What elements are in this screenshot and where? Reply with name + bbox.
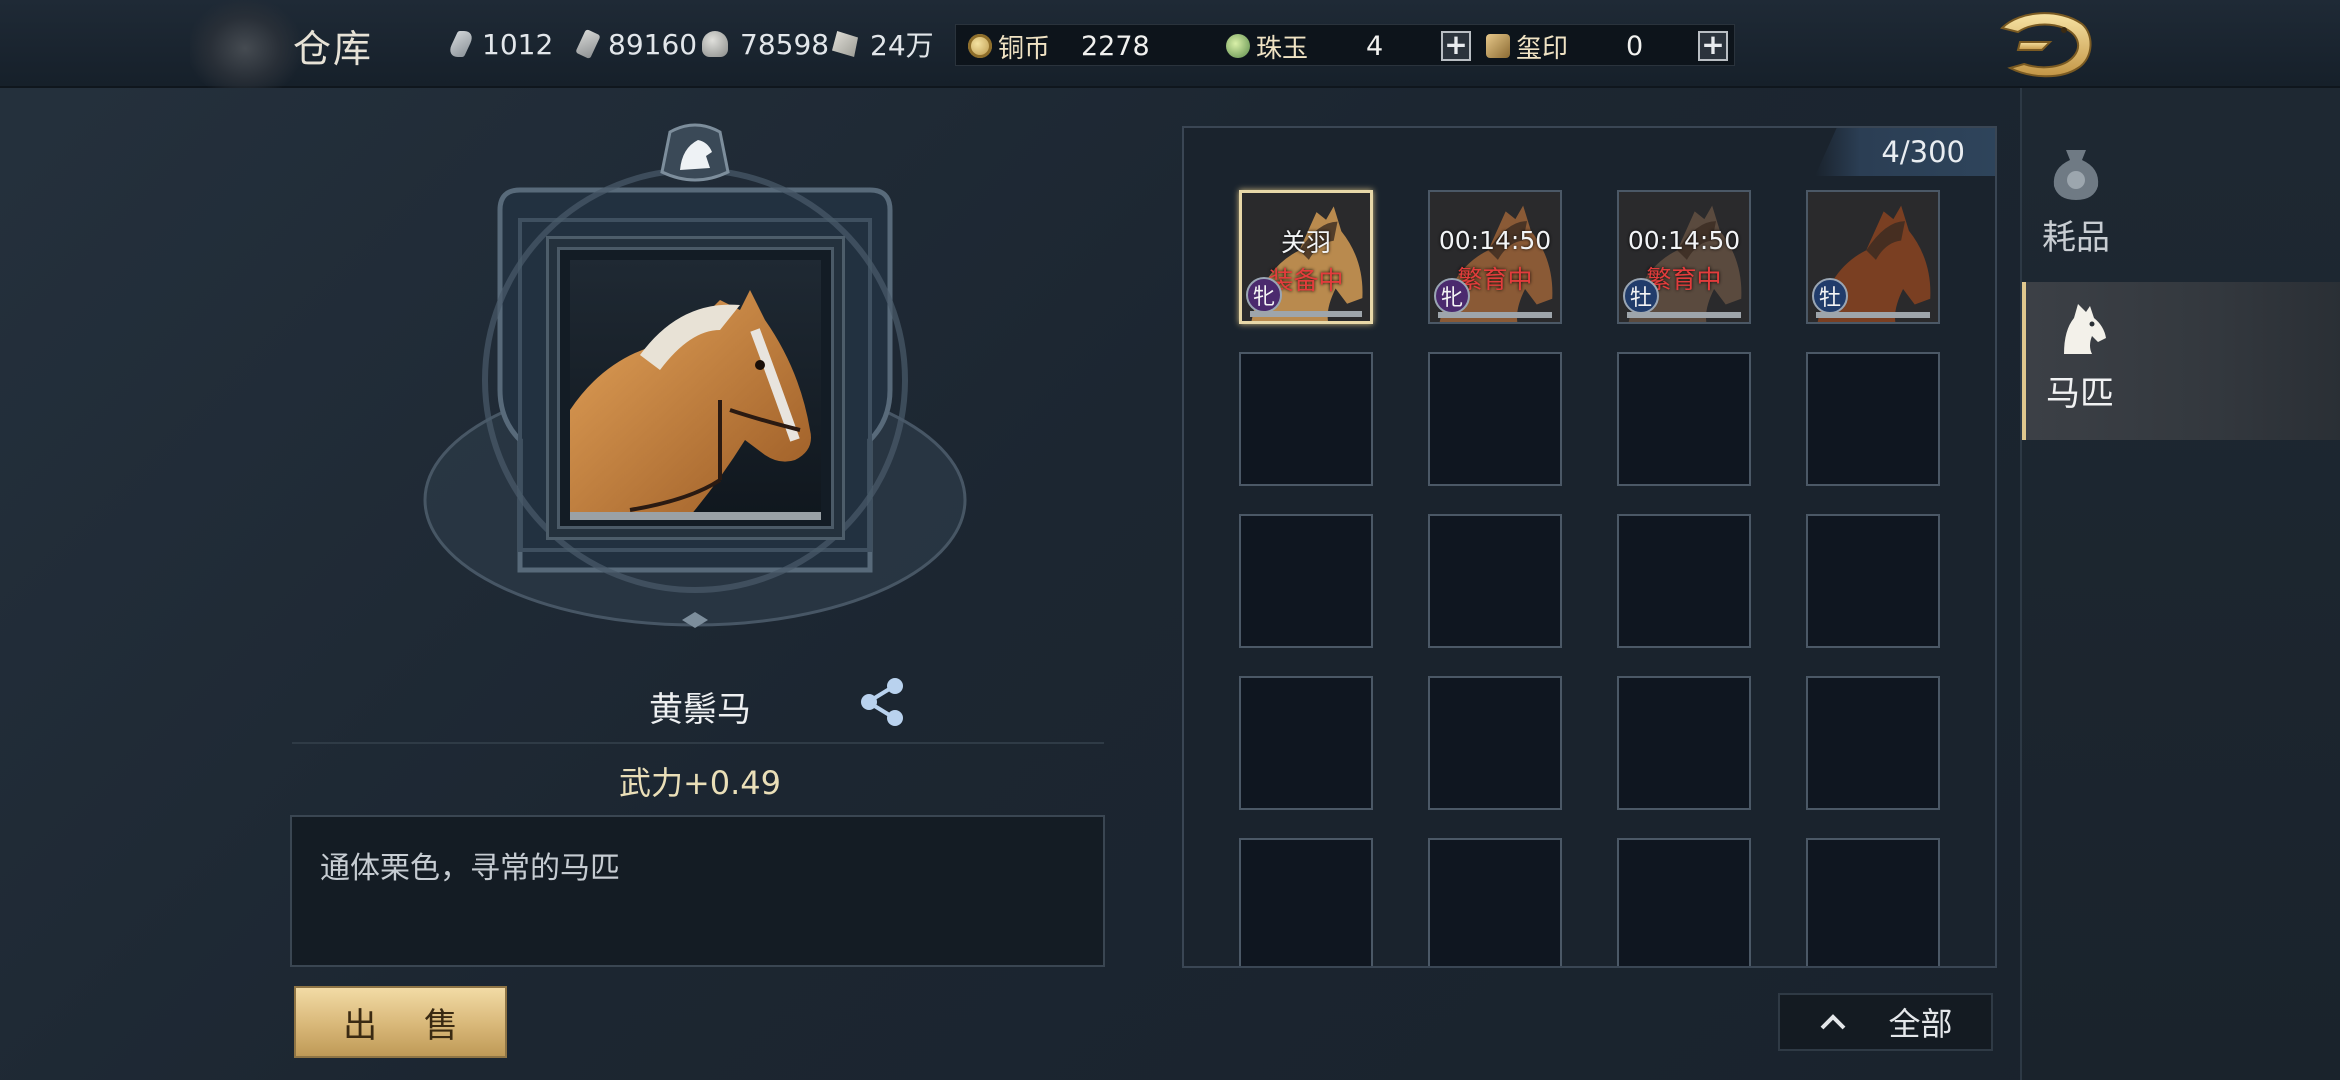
add-seal-button[interactable]: + (1698, 31, 1728, 61)
item-description: 通体栗色，寻常的马匹 (320, 851, 620, 886)
empty-inventory-slot[interactable] (1428, 676, 1562, 810)
resource-value: 24万 (870, 29, 934, 62)
currency-seal-value: 0 (1626, 30, 1644, 62)
feather-icon (445, 31, 477, 57)
filter-button[interactable]: 全部 (1778, 993, 1993, 1051)
inventory-slot[interactable]: 00:14:50 繁育中牝 (1428, 190, 1562, 324)
page-title: 仓库 (293, 27, 374, 71)
empty-inventory-slot[interactable] (1428, 514, 1562, 648)
top-bar: 仓库 1012 89160 78598 24万 铜币 2278 珠玉 4 + 玺… (0, 0, 2340, 88)
empty-inventory-slot[interactable] (1239, 514, 1373, 648)
divider (292, 742, 1104, 744)
tab-consumables[interactable]: 耗品 (2022, 126, 2340, 284)
stone-icon (702, 31, 728, 57)
resource-stone: 78598 (702, 26, 829, 62)
horse-portrait-illustration (570, 290, 811, 516)
currency-label: 铜币 (998, 33, 1051, 64)
empty-inventory-slot[interactable] (1806, 352, 1940, 486)
dragon-back-icon[interactable] (1990, 6, 2100, 82)
gender-badge: 牝 (1434, 278, 1470, 314)
resource-value: 89160 (608, 27, 698, 61)
tab-label: 马匹 (2046, 374, 2114, 414)
resource-feather: 1012 (445, 26, 554, 62)
sell-button[interactable]: 出 售 (294, 986, 507, 1058)
equipped-hero-label: 关羽 (1280, 228, 1331, 257)
capacity-counter: 4/300 (1815, 128, 1995, 176)
wood-icon (575, 28, 601, 60)
filter-label: 全部 (1888, 1005, 1953, 1043)
currency-seal: 玺印 (1486, 25, 1568, 67)
empty-inventory-slot[interactable] (1239, 352, 1373, 486)
tab-label: 耗品 (2042, 218, 2110, 258)
inventory-slot[interactable]: 关羽 装备中牝 (1239, 190, 1373, 324)
empty-inventory-slot[interactable] (1239, 676, 1373, 810)
description-box: 通体栗色，寻常的马匹 (290, 815, 1105, 967)
empty-inventory-slot[interactable] (1617, 352, 1751, 486)
gender-badge: 牡 (1623, 278, 1659, 314)
empty-inventory-slot[interactable] (1806, 838, 1940, 966)
preview-bar (570, 512, 821, 520)
add-jade-button[interactable]: + (1441, 31, 1471, 61)
empty-inventory-slot[interactable] (1428, 838, 1562, 966)
resource-wood: 89160 (575, 26, 698, 62)
chevron-up-icon (1821, 1014, 1846, 1030)
inventory-grid: 4/300 关羽 装备中牝 00:14:50 繁育中牝 00:14:50 繁育中牡牡 (1182, 126, 1997, 968)
share-icon[interactable] (857, 676, 909, 728)
seal-icon (1486, 34, 1510, 58)
warehouse-screen: 仓库 1012 89160 78598 24万 铜币 2278 珠玉 4 + 玺… (0, 0, 2340, 1080)
currency-copper-value: 2278 (1081, 30, 1150, 62)
horse-preview-frame (557, 247, 834, 529)
empty-inventory-slot[interactable] (1806, 676, 1940, 810)
jade-icon (1226, 34, 1250, 58)
horse-portrait (570, 260, 821, 516)
inventory-slot[interactable]: 牡 (1806, 190, 1940, 324)
ore-icon (832, 31, 858, 57)
currency-bar: 铜币 2278 珠玉 4 + 玺印 0 + (955, 24, 1735, 66)
empty-inventory-slot[interactable] (1239, 838, 1373, 966)
currency-label: 玺印 (1516, 33, 1569, 64)
pouch-icon (2053, 150, 2099, 200)
breeding-timer: 00:14:50 (1627, 226, 1741, 255)
slot-bar (1816, 312, 1930, 318)
slot-bar (1438, 312, 1552, 318)
currency-jade-value: 4 (1366, 30, 1384, 62)
empty-inventory-slot[interactable] (1806, 514, 1940, 648)
breeding-timer: 00:14:50 (1438, 226, 1552, 255)
item-stat: 武力+0.49 (618, 764, 782, 802)
resource-value: 1012 (482, 27, 554, 61)
copper-coin-icon (968, 34, 992, 58)
currency-copper: 铜币 (968, 25, 1050, 67)
gender-badge: 牝 (1246, 277, 1282, 313)
dragon-ornament-icon (190, 0, 300, 88)
slot-bar (1250, 311, 1362, 317)
horse-head-icon (2064, 304, 2106, 354)
empty-inventory-slot[interactable] (1617, 676, 1751, 810)
item-name: 黄鬃马 (649, 690, 751, 730)
resource-value: 78598 (740, 27, 830, 61)
empty-inventory-slot[interactable] (1617, 514, 1751, 648)
slot-bar (1627, 312, 1741, 318)
gender-badge: 牡 (1812, 278, 1848, 314)
empty-inventory-slot[interactable] (1617, 838, 1751, 966)
inventory-slot[interactable]: 00:14:50 繁育中牡 (1617, 190, 1751, 324)
resource-ore: 24万 (832, 26, 934, 62)
currency-label: 珠玉 (1256, 33, 1309, 64)
tab-horses[interactable]: 马匹 (2022, 282, 2340, 440)
side-tab-bar: 耗品 马匹 (2020, 88, 2340, 1080)
empty-inventory-slot[interactable] (1428, 352, 1562, 486)
currency-jade: 珠玉 (1226, 25, 1308, 67)
